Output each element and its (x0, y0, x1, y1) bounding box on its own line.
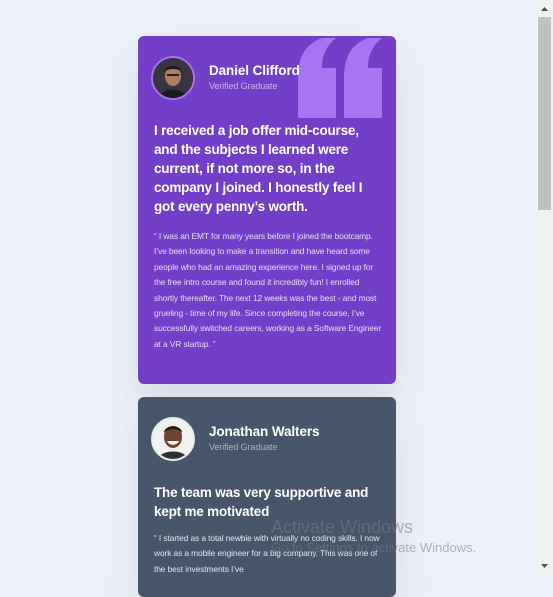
quotation-icon (298, 38, 382, 118)
scrollbar-thumb[interactable] (538, 17, 551, 210)
author-status: Verified Graduate (209, 442, 278, 452)
testimonial-body: “ I was an EMT for many years before I j… (154, 231, 382, 349)
scroll-up-arrow-icon[interactable] (536, 0, 553, 17)
scroll-down-arrow-icon[interactable] (536, 557, 553, 574)
author-name: Daniel Clifford (209, 63, 300, 78)
avatar-photo-icon (153, 58, 193, 98)
author-info: Daniel Clifford Verified Graduate (151, 56, 300, 100)
testimonial-headline: I received a job offer mid-course, and t… (154, 123, 363, 214)
page: Daniel Clifford Verified Graduate I rece… (0, 0, 536, 597)
testimonial-card-daniel: Daniel Clifford Verified Graduate I rece… (138, 36, 396, 384)
testimonial-body: “ I started as a total newbie with virtu… (154, 533, 380, 574)
vertical-scrollbar[interactable] (536, 0, 553, 574)
avatar (151, 56, 195, 100)
testimonial-headline: The team was very supportive and kept me… (154, 485, 369, 519)
author-status: Verified Graduate (209, 81, 278, 91)
avatar (151, 417, 195, 461)
author-name: Jonathan Walters (209, 424, 320, 439)
testimonial-card-jonathan: Jonathan Walters Verified Graduate The t… (138, 397, 396, 597)
avatar-photo-icon (153, 419, 193, 459)
author-info: Jonathan Walters Verified Graduate (151, 417, 320, 461)
